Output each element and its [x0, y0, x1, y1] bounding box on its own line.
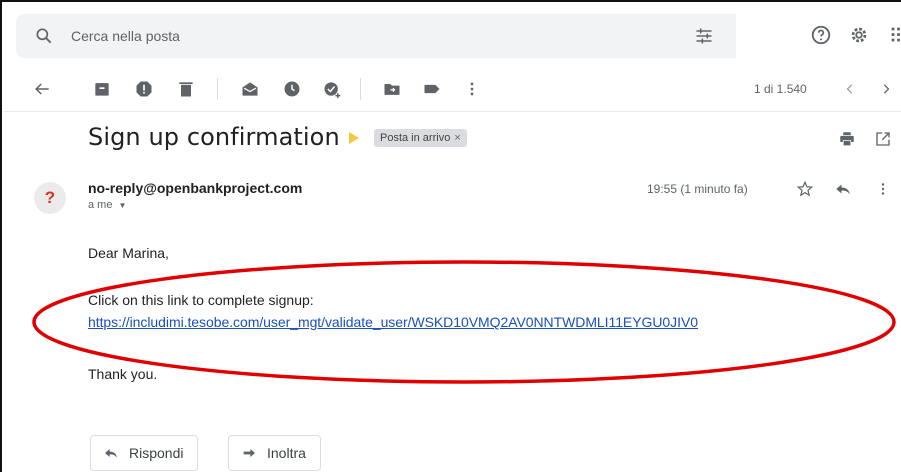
signup-link[interactable]: https://includimi.tesobe.com/user_mgt/va…	[88, 314, 698, 330]
message-toolbar: 1 di 1.540	[4, 66, 901, 112]
message-subject: Sign up confirmation	[88, 123, 340, 151]
label-chip[interactable]: Posta in arrivo ×	[374, 129, 467, 147]
page-count: 1 di 1.540	[754, 82, 807, 96]
toolbar-divider	[360, 78, 361, 100]
settings-icon[interactable]	[848, 24, 870, 46]
reply-button-label: Rispondi	[129, 445, 184, 461]
back-icon[interactable]	[32, 79, 52, 99]
sender-email[interactable]: no-reply@openbankproject.com	[88, 180, 302, 196]
recipient-details[interactable]: a me ▼	[88, 199, 126, 211]
reply-icon[interactable]	[834, 180, 852, 198]
add-task-icon[interactable]	[322, 79, 342, 99]
reply-icon	[105, 449, 117, 458]
snooze-icon[interactable]	[282, 79, 302, 99]
mark-unread-icon[interactable]	[240, 79, 260, 99]
forward-icon	[243, 449, 255, 457]
chevron-down-icon[interactable]: ▼	[119, 201, 127, 210]
help-icon[interactable]	[810, 24, 832, 46]
tune-icon[interactable]	[694, 26, 714, 46]
more-vert-icon[interactable]	[874, 180, 892, 198]
next-icon[interactable]	[876, 79, 896, 99]
important-marker[interactable]	[349, 132, 359, 144]
reply-button[interactable]: Rispondi	[90, 435, 199, 471]
search-icon[interactable]	[34, 26, 54, 46]
prev-icon[interactable]	[840, 79, 860, 99]
label-icon[interactable]	[422, 79, 442, 99]
report-spam-icon[interactable]	[134, 79, 154, 99]
star-icon[interactable]	[796, 180, 814, 198]
search-bar: Cerca nella posta	[4, 4, 901, 66]
toolbar-divider	[217, 78, 218, 100]
search-placeholder: Cerca nella posta	[71, 28, 180, 44]
avatar[interactable]: ?	[34, 182, 66, 214]
forward-button[interactable]: Inoltra	[228, 435, 321, 471]
open-new-window-icon[interactable]	[874, 130, 892, 148]
forward-button-label: Inoltra	[267, 445, 306, 461]
delete-icon[interactable]	[176, 79, 196, 99]
move-to-icon[interactable]	[382, 79, 402, 99]
print-icon[interactable]	[838, 130, 856, 148]
body-instruction: Click on this link to complete signup:	[88, 292, 314, 308]
body-closing: Thank you.	[88, 366, 158, 382]
label-chip-text: Posta in arrivo	[380, 132, 451, 144]
search-input[interactable]: Cerca nella posta	[16, 14, 736, 58]
message-timestamp: 19:55 (1 minuto fa)	[647, 182, 748, 196]
gmail-window: Cerca nella posta 1 di 1.540 Sign up con…	[0, 0, 901, 472]
recipient-label: a me	[88, 199, 113, 211]
remove-label-button[interactable]: ×	[454, 132, 460, 144]
apps-icon[interactable]	[888, 24, 901, 46]
more-icon[interactable]	[462, 79, 482, 99]
archive-icon[interactable]	[92, 79, 112, 99]
body-greeting: Dear Marina,	[88, 245, 169, 261]
